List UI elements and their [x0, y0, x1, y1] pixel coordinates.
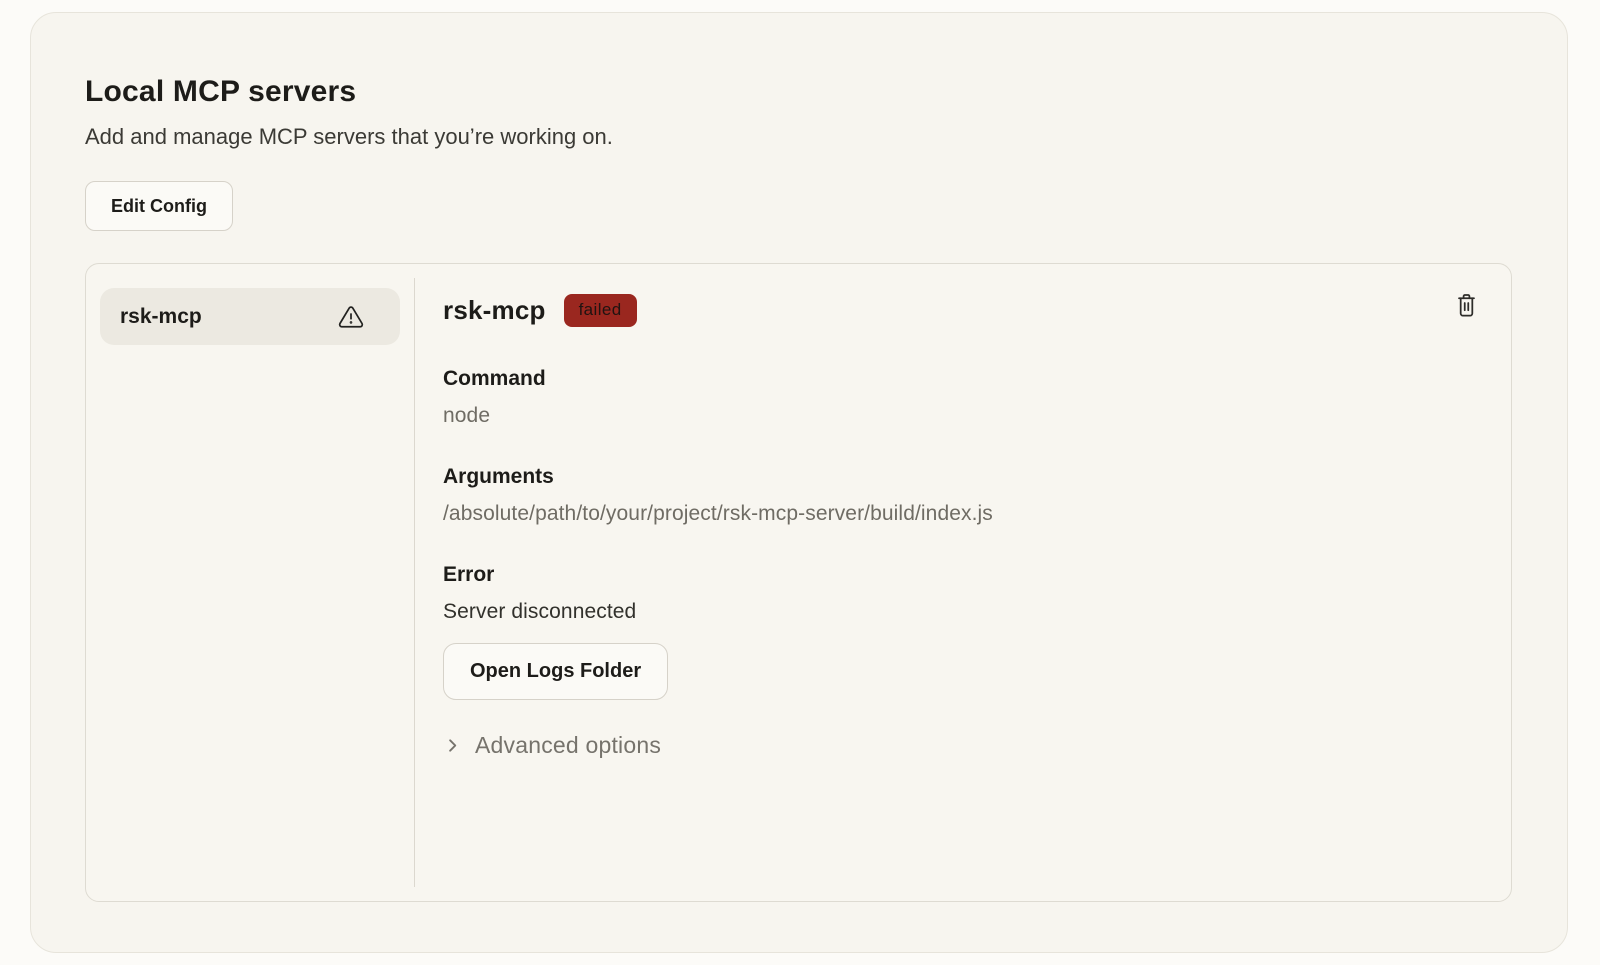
- server-list-item-rsk-mcp[interactable]: rsk-mcp: [100, 288, 400, 345]
- error-field: Error Server disconnected: [443, 563, 1481, 624]
- open-logs-folder-button[interactable]: Open Logs Folder: [443, 643, 668, 700]
- server-list: rsk-mcp: [86, 264, 414, 901]
- error-label: Error: [443, 563, 1481, 587]
- warning-triangle-icon: [338, 304, 364, 330]
- arguments-field: Arguments /absolute/path/to/your/project…: [443, 465, 1481, 526]
- arguments-label: Arguments: [443, 465, 1481, 489]
- page-title: Local MCP servers: [85, 75, 1512, 110]
- error-value: Server disconnected: [443, 600, 1481, 624]
- edit-config-button[interactable]: Edit Config: [85, 181, 233, 231]
- command-value: node: [443, 404, 1481, 428]
- arguments-value: /absolute/path/to/your/project/rsk-mcp-s…: [443, 502, 1481, 526]
- settings-card: Local MCP servers Add and manage MCP ser…: [30, 12, 1568, 953]
- delete-server-button[interactable]: [1452, 290, 1481, 321]
- command-label: Command: [443, 367, 1481, 391]
- server-panel: rsk-mcp rsk-mcp failed: [85, 263, 1512, 902]
- server-detail-header: rsk-mcp failed: [443, 290, 1481, 330]
- command-field: Command node: [443, 367, 1481, 428]
- advanced-options-toggle[interactable]: Advanced options: [443, 732, 1481, 759]
- server-name: rsk-mcp: [443, 295, 546, 326]
- advanced-options-label: Advanced options: [475, 732, 661, 759]
- trash-icon: [1454, 292, 1479, 319]
- server-detail: rsk-mcp failed Command: [415, 264, 1511, 901]
- page-subtitle: Add and manage MCP servers that you’re w…: [85, 123, 1512, 152]
- server-list-item-label: rsk-mcp: [120, 305, 202, 329]
- chevron-right-icon: [443, 736, 462, 755]
- status-badge: failed: [564, 294, 637, 327]
